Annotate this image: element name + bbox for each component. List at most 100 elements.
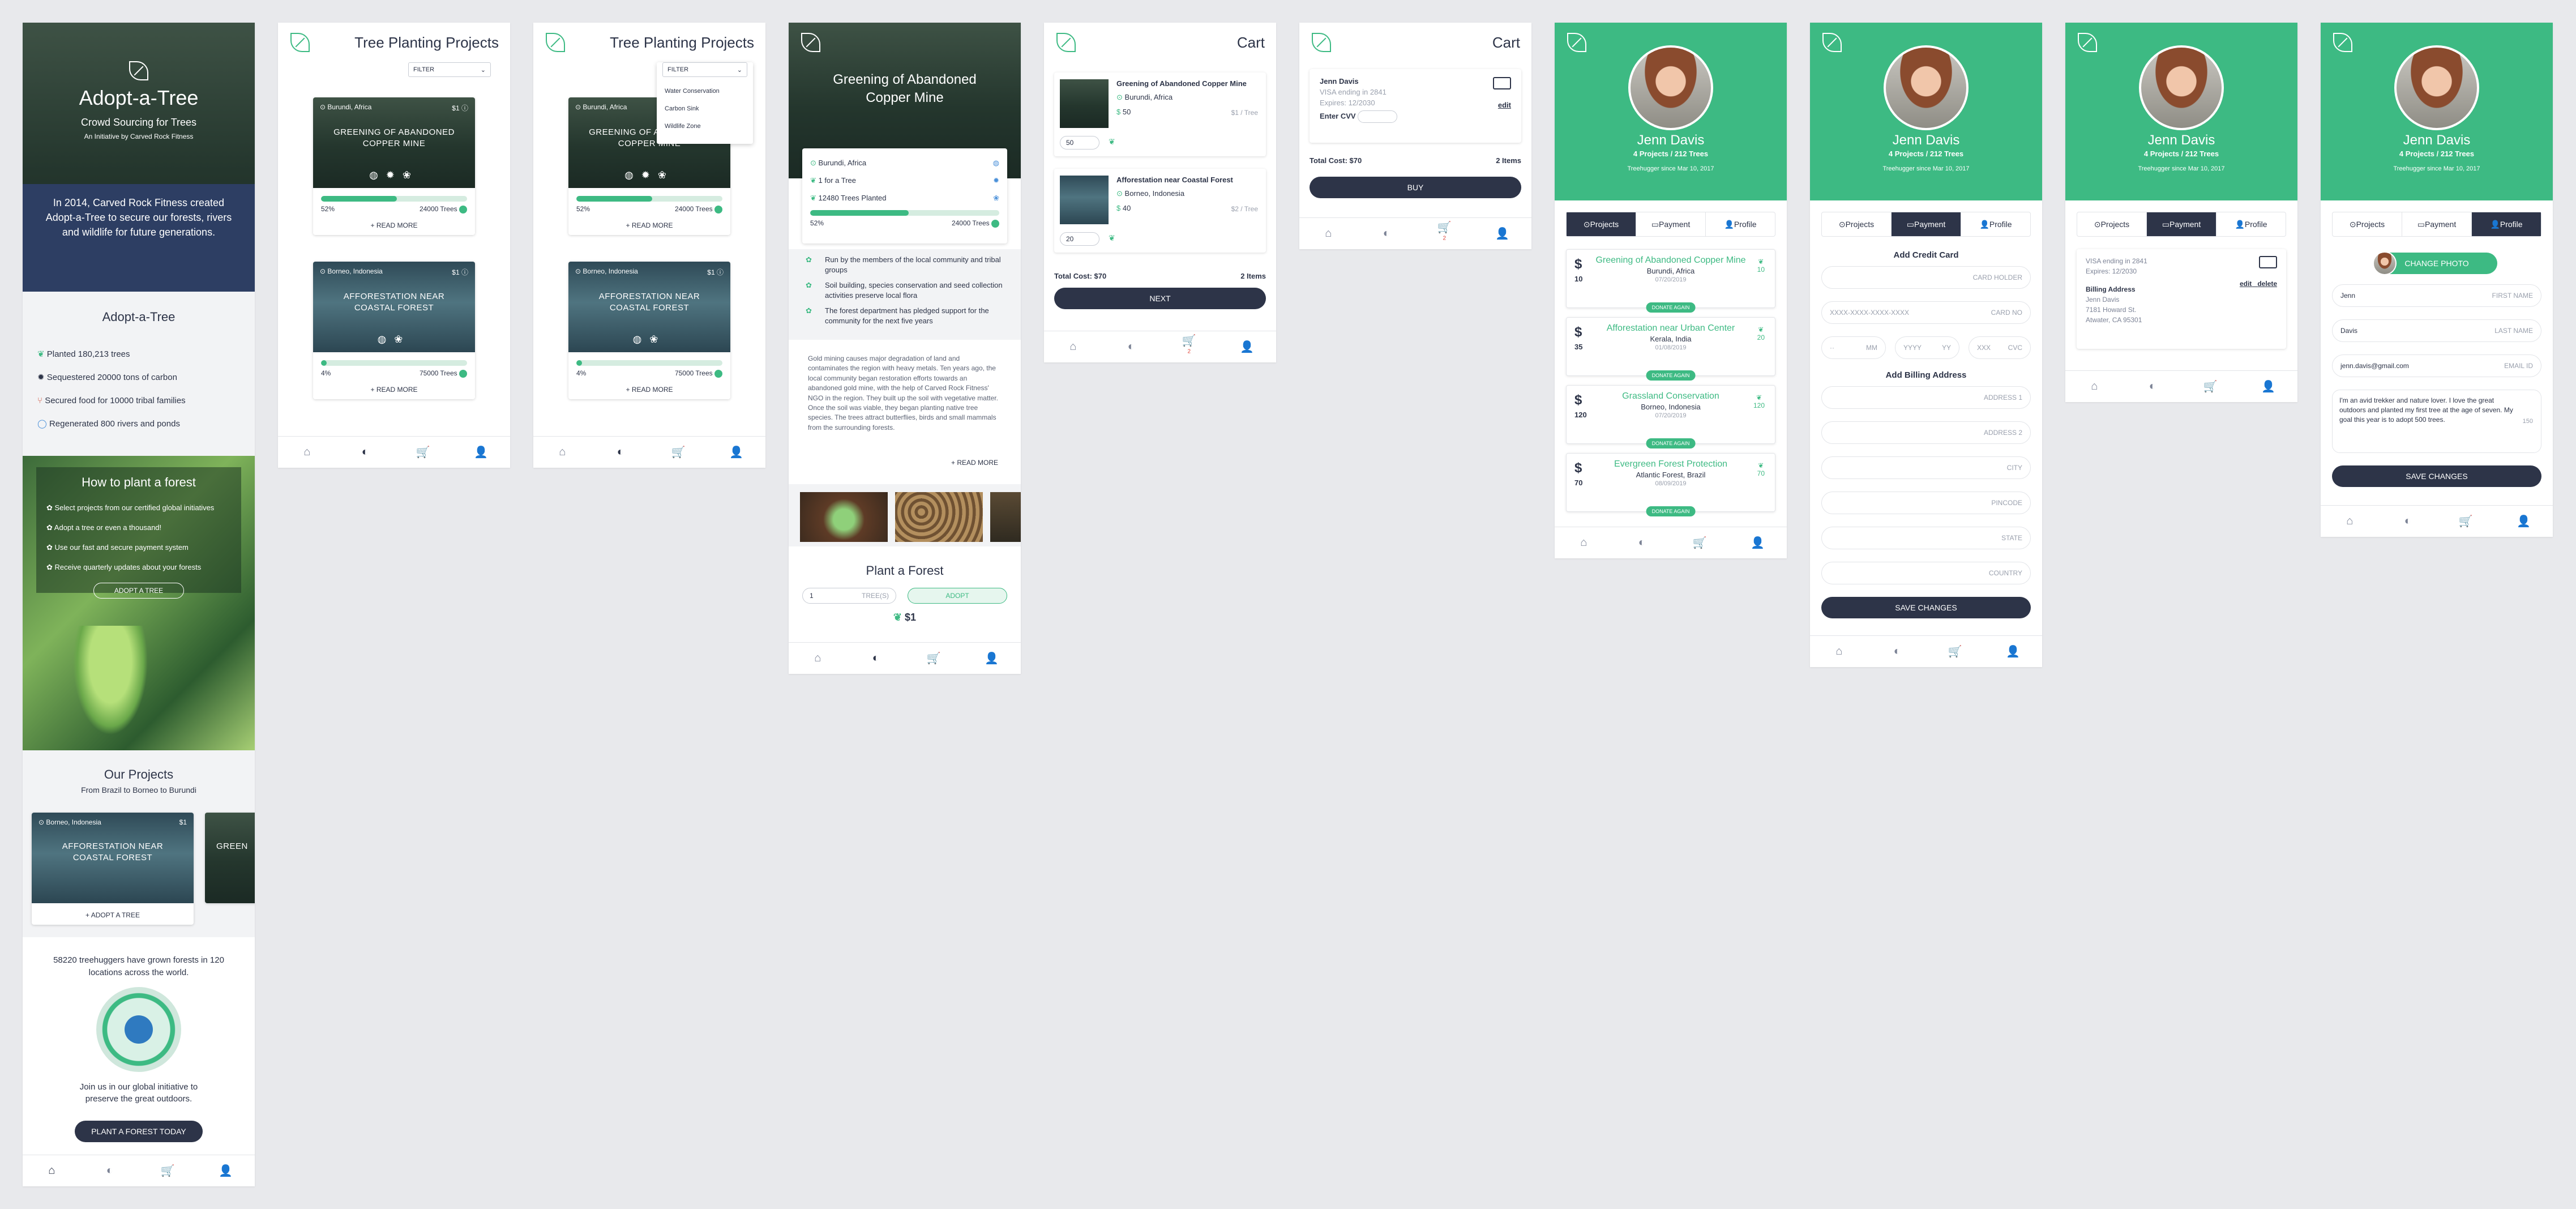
cart-icon[interactable]: 🛒 xyxy=(159,1164,176,1178)
donate-again-button[interactable]: DONATE AGAIN xyxy=(1646,438,1696,448)
profile-icon[interactable]: 👤 xyxy=(1749,536,1766,550)
tab-payment[interactable]: ▭ Payment xyxy=(2402,212,2472,236)
cart-icon[interactable]: 🛒 xyxy=(670,445,687,459)
home-icon[interactable]: ⌂ xyxy=(1320,227,1337,240)
leaf-logo-icon[interactable] xyxy=(546,33,565,52)
read-more-link[interactable]: + READ MORE xyxy=(568,221,730,229)
city-field[interactable]: CITY xyxy=(1821,456,2031,479)
profile-icon[interactable]: 👤 xyxy=(983,651,1000,665)
leaf-logo-icon[interactable] xyxy=(2333,33,2352,52)
leaf-logo-icon[interactable] xyxy=(801,33,820,52)
tab-projects[interactable]: ⊙ Projects xyxy=(2077,212,2147,236)
home-icon[interactable]: ⌂ xyxy=(554,446,571,459)
projects-icon[interactable]: ◐ xyxy=(357,446,374,459)
profile-icon[interactable]: 👤 xyxy=(2260,379,2277,394)
project-card[interactable]: ⊙ Borneo, Indonesia $1 AFFORESTATION NEA… xyxy=(32,813,194,925)
address2-field[interactable]: ADDRESS 2 xyxy=(1821,421,2031,444)
profile-icon[interactable]: 👤 xyxy=(728,445,745,459)
project-card[interactable]: ⊙ Borneo, Indonesia $1 ⓘ AFFORESTATION N… xyxy=(568,262,730,399)
expiry-year-field[interactable]: YYYY YY xyxy=(1895,336,1959,359)
home-icon[interactable]: ⌂ xyxy=(43,1164,60,1177)
read-more-link[interactable]: + READ MORE xyxy=(313,386,475,394)
projects-icon[interactable]: ◐ xyxy=(2399,515,2416,528)
cart-icon[interactable]: 🛒 xyxy=(1946,644,1963,659)
bio-field[interactable]: I'm an avid trekker and nature lover. I … xyxy=(2332,390,2541,453)
card-number-field[interactable]: XXXX-XXXX-XXXX-XXXX CARD NO xyxy=(1821,301,2031,324)
donate-again-button[interactable]: DONATE AGAIN xyxy=(1646,302,1696,313)
filter-option[interactable]: Water Conservation xyxy=(665,83,745,100)
cart-icon[interactable]: 🛒2 xyxy=(1436,220,1453,247)
adopt-tree-button[interactable]: ADOPT A TREE xyxy=(93,583,184,599)
change-photo-button[interactable]: CHANGE PHOTO xyxy=(2373,251,2497,275)
cvv-input[interactable] xyxy=(1358,110,1398,123)
adopt-button[interactable]: ADOPT xyxy=(908,588,1007,604)
tab-profile[interactable]: 👤 Profile xyxy=(2472,212,2541,236)
email-field[interactable]: jenn.davis@gmail.com EMAIL ID xyxy=(2332,354,2541,377)
projects-icon[interactable]: ◐ xyxy=(867,652,884,665)
qty-input[interactable]: 20 xyxy=(1060,232,1099,246)
cart-icon[interactable]: 🛒 xyxy=(925,651,942,665)
tab-projects[interactable]: ⊙ Projects xyxy=(1567,212,1636,236)
quantity-field[interactable]: 1 TREE(S) xyxy=(802,588,896,604)
address1-field[interactable]: ADDRESS 1 xyxy=(1821,386,2031,409)
pincode-field[interactable]: PINCODE xyxy=(1821,492,2031,514)
tab-profile[interactable]: 👤 Profile xyxy=(1706,212,1775,236)
projects-icon[interactable]: ◐ xyxy=(1889,645,1906,658)
home-icon[interactable]: ⌂ xyxy=(2341,515,2358,528)
home-icon[interactable]: ⌂ xyxy=(809,652,826,665)
tab-payment[interactable]: ▭ Payment xyxy=(2147,212,2216,236)
projects-icon[interactable]: ◐ xyxy=(1633,536,1650,549)
read-more-link[interactable]: + READ MORE xyxy=(951,459,998,467)
filter-option[interactable]: Wildlife Zone xyxy=(665,118,745,135)
home-icon[interactable]: ⌂ xyxy=(298,446,315,459)
leaf-logo-icon[interactable] xyxy=(1567,33,1586,52)
leaf-logo-icon[interactable] xyxy=(1312,33,1331,52)
state-field[interactable]: STATE xyxy=(1821,527,2031,549)
donate-again-button[interactable]: DONATE AGAIN xyxy=(1646,370,1696,381)
profile-icon[interactable]: 👤 xyxy=(217,1164,234,1178)
qty-input[interactable]: 50 xyxy=(1060,136,1099,149)
plant-forest-button[interactable]: PLANT A FOREST TODAY xyxy=(75,1120,203,1142)
project-card-peek[interactable]: GREEN xyxy=(205,813,255,903)
edit-link[interactable]: edit xyxy=(2240,280,2252,288)
home-icon[interactable]: ⌂ xyxy=(1830,645,1847,658)
projects-icon[interactable]: ◐ xyxy=(1378,227,1395,240)
home-icon[interactable]: ⌂ xyxy=(1064,340,1081,353)
tab-projects[interactable]: ⊙ Projects xyxy=(2333,212,2402,236)
tab-profile[interactable]: 👤 Profile xyxy=(1961,212,2030,236)
gallery-image[interactable] xyxy=(800,492,888,542)
delete-link[interactable]: delete xyxy=(2257,280,2277,288)
save-changes-button[interactable]: SAVE CHANGES xyxy=(2332,465,2541,487)
project-history-card[interactable]: $10 Greening of Abandoned Copper Mine Bu… xyxy=(1566,249,1775,313)
profile-icon[interactable]: 👤 xyxy=(2005,644,2022,659)
tab-payment[interactable]: ▭ Payment xyxy=(1892,212,1961,236)
profile-icon[interactable]: 👤 xyxy=(473,445,490,459)
filter-select[interactable]: FILTER ⌄ xyxy=(662,62,747,77)
gallery-image[interactable] xyxy=(990,492,1021,542)
project-history-card[interactable]: $35 Afforestation near Urban Center Kera… xyxy=(1566,317,1775,381)
projects-icon[interactable]: ◐ xyxy=(2144,380,2161,393)
cvc-field[interactable]: XXX CVC xyxy=(1969,336,2031,359)
buy-button[interactable]: BUY xyxy=(1310,177,1521,198)
home-icon[interactable]: ⌂ xyxy=(2086,380,2103,393)
read-more-link[interactable]: + READ MORE xyxy=(568,386,730,394)
leaf-logo-icon[interactable] xyxy=(290,33,310,52)
cart-icon[interactable]: 🛒 xyxy=(2202,379,2219,394)
first-name-field[interactable]: Jenn FIRST NAME xyxy=(2332,284,2541,307)
leaf-logo-icon[interactable] xyxy=(1056,33,1076,52)
project-card[interactable]: ⊙ Borneo, Indonesia $1 ⓘ AFFORESTATION N… xyxy=(313,262,475,399)
projects-icon[interactable]: ◐ xyxy=(101,1164,118,1177)
profile-icon[interactable]: 👤 xyxy=(2515,514,2532,528)
profile-icon[interactable]: 👤 xyxy=(1239,340,1256,354)
cart-icon[interactable]: 🛒 xyxy=(1691,536,1708,550)
tab-projects[interactable]: ⊙ Projects xyxy=(1822,212,1892,236)
next-button[interactable]: NEXT xyxy=(1054,288,1266,309)
donate-again-button[interactable]: DONATE AGAIN xyxy=(1646,506,1696,516)
tab-profile[interactable]: 👤 Profile xyxy=(2216,212,2286,236)
cart-icon[interactable]: 🛒 xyxy=(414,445,431,459)
read-more-link[interactable]: + READ MORE xyxy=(313,221,475,229)
home-icon[interactable]: ⌂ xyxy=(1575,536,1592,549)
projects-icon[interactable]: ◐ xyxy=(612,446,629,459)
cart-icon[interactable]: 🛒 xyxy=(2457,514,2474,528)
project-card[interactable]: ⊙ Burundi, Africa $1 ⓘ GREENING OF ABAND… xyxy=(313,97,475,235)
